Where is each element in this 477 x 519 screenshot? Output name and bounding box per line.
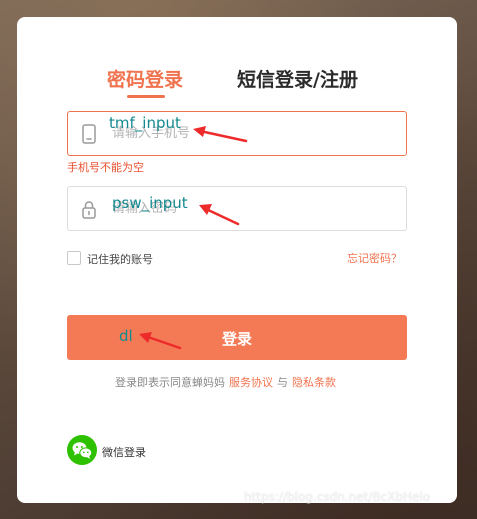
tab-password-login[interactable]: 密码登录 (107, 65, 184, 98)
agreement-and: 与 (277, 376, 288, 389)
arrow-password-annotation (199, 204, 240, 226)
lock-icon (82, 201, 96, 219)
password-annotation-label: psw_input (112, 194, 188, 212)
tab-password-login-label: 密码登录 (107, 69, 184, 91)
agreement-text: 登录即表示同意蝉妈妈 服务协议与隐私条款 (115, 374, 336, 390)
login-card: 密码登录 短信登录/注册 手机号不能为空 记住我的账号 忘记密码？ 登录 登录即… (17, 17, 457, 503)
arrow-button-annotation (139, 332, 182, 350)
agreement-prefix: 登录即表示同意蝉妈妈 (115, 376, 225, 389)
phone-annotation-label: tmf_input (109, 114, 181, 132)
wechat-login-label: 微信登录 (102, 446, 146, 459)
remember-label: 记住我的账号 (87, 253, 153, 266)
remember-checkbox[interactable] (67, 251, 81, 265)
forgot-password-link[interactable]: 忘记密码？ (347, 250, 402, 266)
login-button[interactable]: 登录 (67, 315, 407, 360)
privacy-policy-link[interactable]: 隐私条款 (292, 376, 336, 389)
button-annotation-label: dl (119, 327, 133, 345)
watermark: https://blog.csdn.net/BcXbHelo (244, 490, 431, 504)
phone-icon (82, 124, 96, 144)
tab-sms-login[interactable]: 短信登录/注册 (237, 65, 358, 92)
active-tab-underline (127, 95, 165, 98)
arrow-phone-annotation (193, 126, 248, 143)
service-agreement-link[interactable]: 服务协议 (229, 376, 273, 389)
wechat-icon[interactable] (67, 435, 97, 465)
phone-error-message: 手机号不能为空 (67, 161, 144, 174)
tab-sms-login-label: 短信登录/注册 (237, 69, 358, 91)
login-button-label: 登录 (221, 331, 252, 348)
